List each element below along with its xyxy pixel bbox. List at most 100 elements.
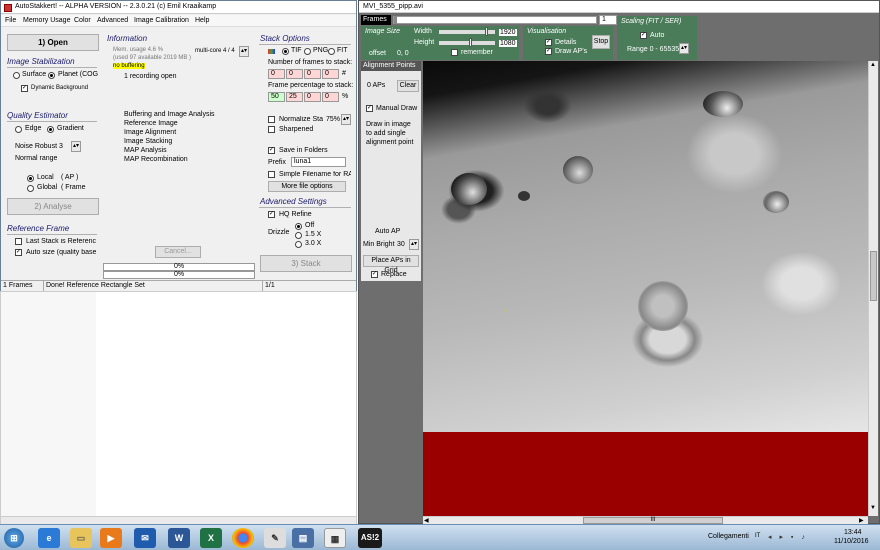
clock-date[interactable]: 11/10/2016 [834,538,869,545]
local-radio[interactable] [27,175,34,182]
simple-filename-checkbox[interactable] [268,171,275,178]
replace-checkbox[interactable]: ✓ [371,271,378,278]
clear-aps-button[interactable]: Clear [397,80,419,92]
details-checkbox[interactable]: ✓ [545,39,552,46]
scroll-right-icon[interactable]: ▶ [859,517,864,524]
percentage-input-3[interactable]: 0 [304,92,321,102]
dynamic-background-checkbox[interactable]: ✓ [21,85,28,92]
chrome-icon[interactable] [232,528,254,548]
fit-radio[interactable] [328,48,335,55]
auto-size-checkbox[interactable]: ✓ [15,249,22,256]
menu-image-calibration[interactable]: Image Calibration [134,17,189,24]
alignment-points-header: Alignment Points [361,61,421,71]
last-stack-reference-checkbox[interactable] [15,238,22,245]
tif-radio[interactable] [282,48,289,55]
recording-open-text: 1 recording open [124,73,177,80]
menu-file[interactable]: File [5,17,16,24]
word-icon[interactable]: W [168,528,190,548]
frames-to-stack-input-3[interactable]: 0 [304,69,321,79]
height-slider-thumb[interactable] [469,38,472,47]
tray-icons[interactable]: ◂ ▸ ▪ ♪ [768,533,822,542]
menu-color[interactable]: Color [74,17,91,24]
frames-to-stack-input-1[interactable]: 0 [268,69,285,79]
links-toolbar[interactable]: Collegamenti [708,533,749,540]
percentage-input-2[interactable]: 25 [286,92,303,102]
cancel-button[interactable]: Cancel... [155,246,201,258]
global-radio[interactable] [27,185,34,192]
height-slider[interactable] [439,41,495,45]
scroll-down-icon[interactable]: ▼ [870,505,876,511]
hq-refine-checkbox[interactable]: ✓ [268,211,275,218]
internet-explorer-icon[interactable]: e [38,528,60,548]
noise-robust-spinner[interactable]: ▴▾ [71,141,81,152]
menu-advanced[interactable]: Advanced [97,17,128,24]
percentage-input-4[interactable]: 0 [322,92,339,102]
step-image-alignment: Image Alignment [124,129,177,136]
vertical-scroll-thumb[interactable] [870,251,877,301]
language-indicator[interactable]: IT [755,533,760,539]
width-slider-thumb[interactable] [485,27,488,36]
more-file-options-button[interactable]: More file options [268,181,346,192]
app-icon[interactable]: ▦ [324,528,346,548]
step-map-analysis: MAP Analysis [124,147,167,154]
autostakkert-window: AutoStakkert! -- ALPHA VERSION -- 2.3.0.… [0,0,357,291]
frames-to-stack-input-2[interactable]: 0 [286,69,303,79]
window-title: AutoStakkert! -- ALPHA VERSION -- 2.3.0.… [15,3,217,10]
offset-value: 0, 0 [397,50,409,57]
folder-icon[interactable]: ▤ [292,528,314,548]
horizontal-scrollbar[interactable] [1,516,356,524]
save-in-folders-checkbox[interactable]: ✓ [268,147,275,154]
clock-time[interactable]: 13:44 [844,529,862,536]
divider [259,207,351,208]
file-explorer-icon[interactable]: ▭ [70,528,92,548]
frame-slider-thumb[interactable] [394,16,397,24]
scroll-up-icon[interactable]: ▲ [870,62,876,68]
ap-crosshair: + [503,306,508,315]
sharpened-checkbox[interactable] [268,126,275,133]
frame-number-input[interactable]: 1 [599,15,617,25]
planet-radio[interactable] [48,72,55,79]
multicore-spinner[interactable]: ▴▾ [239,46,249,57]
stack-button[interactable]: 3) Stack [260,255,352,272]
outlook-icon[interactable]: ✉ [134,528,156,548]
place-aps-in-grid-button[interactable]: Place APs in Grid [363,255,419,274]
viewer-horizontal-scrollbar[interactable]: ◀ III ▶ [423,516,868,524]
start-button-icon[interactable]: ⊞ [4,528,24,548]
open-button[interactable]: 1) Open [7,34,99,51]
frames-label: Frames [361,15,391,25]
drizzle-30-radio[interactable] [295,241,302,248]
draw-aps-checkbox[interactable]: ✓ [545,48,552,55]
gradient-radio[interactable] [47,126,54,133]
scroll-left-icon[interactable]: ◀ [424,517,429,524]
frames-to-stack-input-4[interactable]: 0 [322,69,339,79]
scaling-spinner[interactable]: ▴▾ [679,43,689,54]
autostakkert-taskbar-icon[interactable]: AS!2 [358,528,382,548]
menu-memory-usage[interactable]: Memory Usage [23,17,70,24]
horizontal-scroll-thumb[interactable]: III [583,517,723,524]
remember-checkbox[interactable] [451,49,458,56]
prefix-input[interactable]: luna1 [291,157,346,167]
frame-slider[interactable] [393,16,597,24]
manual-draw-checkbox[interactable]: ✓ [366,105,373,112]
normalize-spinner[interactable]: ▴▾ [341,114,351,125]
color-icon [268,49,275,54]
surface-radio[interactable] [13,72,20,79]
viewer-title: MVI_5355_pipp.avi [363,3,423,10]
stop-button[interactable]: Stop [592,35,610,49]
normalize-stack-checkbox[interactable] [268,116,275,123]
edge-radio[interactable] [15,126,22,133]
menu-help[interactable]: Help [195,17,209,24]
analyse-button[interactable]: 2) Analyse [7,198,99,215]
drizzle-off-radio[interactable] [295,223,302,230]
paint-icon[interactable]: ✎ [264,528,286,548]
scaling-auto-checkbox[interactable]: ✓ [640,32,647,39]
drizzle-15-radio[interactable] [295,232,302,239]
percentage-input-1[interactable]: 50 [268,92,285,102]
quality-estimator-header: Quality Estimator [7,111,68,120]
moon-image[interactable]: + [423,61,868,432]
media-player-icon[interactable]: ▶ [100,528,122,548]
vertical-scrollbar[interactable]: ▲ ▼ [868,61,878,516]
png-radio[interactable] [304,48,311,55]
min-bright-spinner[interactable]: ▴▾ [409,239,419,250]
excel-icon[interactable]: X [200,528,222,548]
